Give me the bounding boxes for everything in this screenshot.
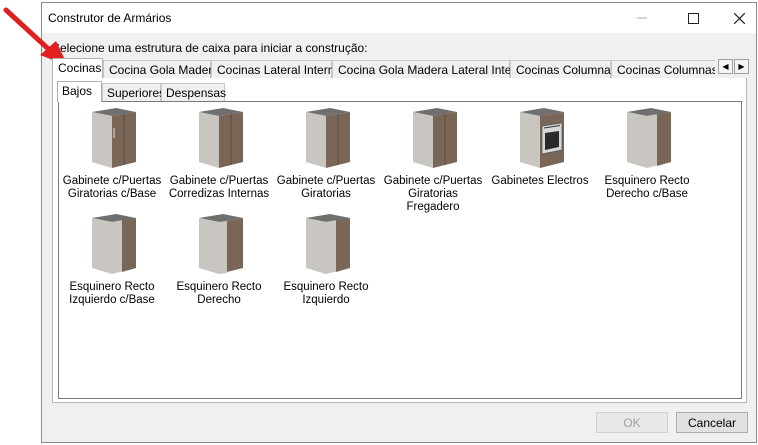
triangle-right-icon: ▶	[738, 62, 745, 71]
instruction-label: Selecione uma estrutura de caixa para in…	[52, 41, 368, 55]
tab-label: Cocina Gola Madera	[109, 63, 220, 77]
item-label-line1: Esquinero Recto	[283, 281, 369, 293]
window-title: Construtor de Armários	[48, 11, 172, 25]
item-label-line1: Gabinete c/Puertas	[169, 175, 269, 187]
tab-label: Cocinas	[58, 61, 102, 75]
tab-superiores[interactable]: Superiores	[102, 83, 165, 101]
corner-cabinet-icon	[627, 108, 671, 168]
cabinet-icon	[92, 108, 136, 168]
ok-button[interactable]: OK	[596, 412, 668, 433]
cabinet-item[interactable]: Esquinero Recto Izquierdo c/Base	[59, 212, 165, 307]
tab-label: Cocinas Lateral Interna	[217, 63, 342, 77]
tab-cocina-gola-madera[interactable]: Cocina Gola Madera	[103, 60, 219, 78]
tab-cocinas-columnas[interactable]: Cocinas Columnas	[510, 60, 617, 78]
corner-cabinet-icon	[199, 214, 243, 274]
tab-scroll-left-button[interactable]: ◀	[718, 59, 733, 74]
tab-label: Cocinas Columnas	[516, 63, 617, 77]
cabinet-icon	[199, 108, 243, 168]
item-label-line2: Giratorias Fregadero	[406, 188, 460, 213]
oven-cabinet-icon	[520, 108, 564, 168]
cabinet-icon	[413, 108, 457, 168]
subcategory-tab-strip: Bajos Superiores Despensas	[57, 81, 743, 102]
item-label-line2: Giratorias c/Base	[67, 188, 157, 200]
cabinet-item[interactable]: Gabinete c/Puertas Corredizas Internas	[166, 106, 272, 201]
tab-cocina-gola-madera-lateral-interna[interactable]: Cocina Gola Madera Lateral Interna	[332, 60, 529, 78]
cabinet-icon	[306, 108, 350, 168]
maximize-button[interactable]	[670, 3, 716, 33]
tab-label: Despensas	[166, 86, 227, 100]
tab-label: Cocinas Columnas La	[617, 63, 715, 77]
item-label-line1: Gabinete c/Puertas	[383, 175, 483, 187]
tab-cocinas-lateral-interna[interactable]: Cocinas Lateral Interna	[211, 60, 341, 78]
cabinet-item[interactable]: Esquinero Recto Derecho c/Base	[594, 106, 700, 201]
tab-cocinas-columnas-la[interactable]: Cocinas Columnas La	[611, 60, 715, 78]
item-label-line2: Derecho	[197, 294, 241, 306]
tab-despensas[interactable]: Despensas	[161, 83, 227, 101]
corner-cabinet-icon	[92, 214, 136, 274]
cancel-button[interactable]: Cancelar	[676, 412, 748, 433]
tab-label: Cocina Gola Madera Lateral Interna	[338, 63, 529, 77]
close-button[interactable]	[716, 3, 758, 33]
item-label-line2: Derecho c/Base	[606, 188, 688, 200]
corner-cabinet-icon	[306, 214, 350, 274]
title-bar: Construtor de Armários	[42, 3, 756, 33]
item-label-line1: Esquinero Recto	[604, 175, 690, 187]
tab-scroll-buttons: ◀ ▶	[718, 59, 750, 74]
tab-cocinas[interactable]: Cocinas	[52, 58, 103, 78]
item-label-line1: Esquinero Recto	[69, 281, 155, 293]
cabinet-item[interactable]: Gabinete c/Puertas Giratorias c/Base	[59, 106, 165, 201]
item-label-line2: Giratorias	[301, 188, 351, 200]
cabinet-item[interactable]: Gabinetes Electros	[487, 106, 593, 188]
minimize-button[interactable]	[619, 3, 665, 33]
cabinet-item[interactable]: Gabinete c/Puertas Giratorias Fregadero	[380, 106, 486, 214]
triangle-left-icon: ◀	[722, 62, 729, 71]
item-label-line1: Gabinete c/Puertas	[276, 175, 376, 187]
item-label-line1: Esquinero Recto	[176, 281, 262, 293]
cabinet-list: Gabinete c/Puertas Giratorias c/Base Gabi…	[58, 101, 742, 399]
item-label-line2: Izquierdo	[302, 294, 350, 306]
tab-bajos[interactable]: Bajos	[57, 81, 102, 102]
tab-label: Bajos	[62, 84, 93, 98]
cabinet-item[interactable]: Esquinero Recto Izquierdo	[273, 212, 379, 307]
minimize-icon	[637, 17, 647, 19]
item-label-line1: Gabinetes Electros	[491, 175, 589, 187]
maximize-icon	[687, 12, 699, 24]
close-icon	[733, 12, 745, 24]
tab-scroll-right-button[interactable]: ▶	[734, 59, 749, 74]
cabinet-item[interactable]: Gabinete c/Puertas Giratorias	[273, 106, 379, 201]
item-label-line2: Izquierdo c/Base	[69, 294, 155, 306]
item-label-line2: Corredizas Internas	[168, 188, 270, 200]
tab-label: Superiores	[107, 86, 166, 100]
item-label-line1: Gabinete c/Puertas	[62, 175, 162, 187]
category-tab-strip: Cocinas Cocina Gola Madera Cocinas Later…	[52, 58, 715, 79]
cabinet-item[interactable]: Esquinero Recto Derecho	[166, 212, 272, 307]
